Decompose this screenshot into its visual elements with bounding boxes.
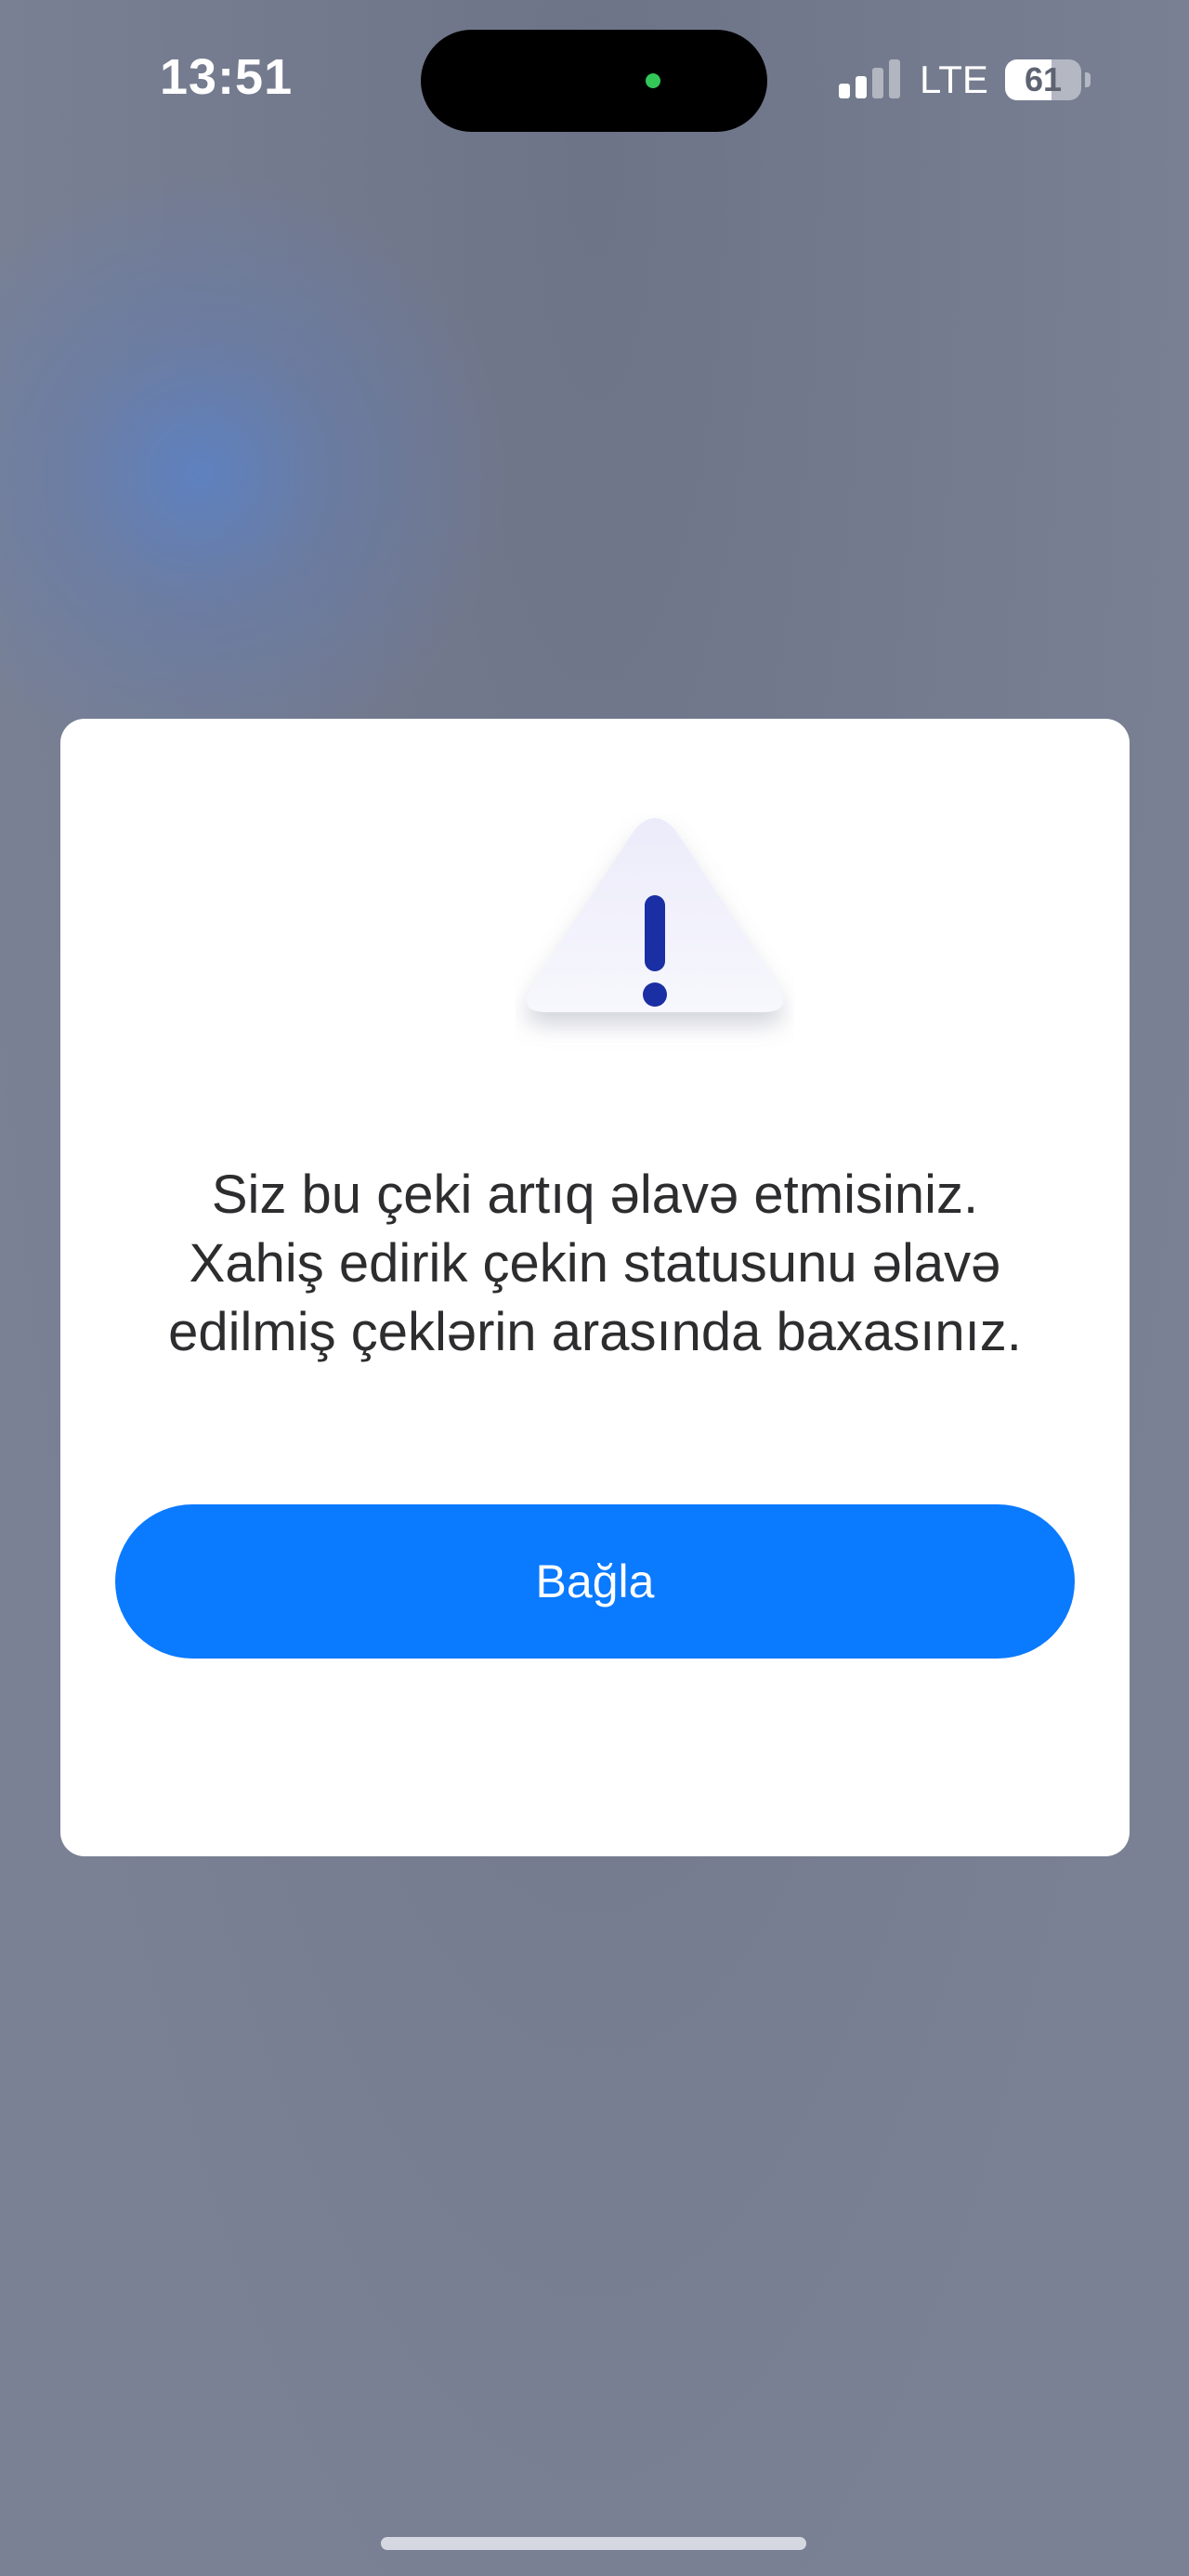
alert-dialog: Siz bu çeki artıq əlavə etmisiniz. Xahiş… [60,719,1130,1856]
alert-message-line: edilmiş çeklərin arasında baxasınız. [168,1302,1022,1362]
battery-level: 61 [1024,60,1063,98]
close-button[interactable]: Bağla [115,1504,1075,1659]
alert-message: Siz bu çeki artıq əlavə etmisiniz. Xahiş… [98,1161,1092,1367]
status-bar: 13:51 LTE 61 [0,0,1189,158]
battery-icon: 61 [1005,59,1081,100]
warning-triangle-icon [516,813,794,1055]
camera-in-use-indicator [646,73,660,88]
dynamic-island [421,30,767,132]
alert-message-line: Siz bu çeki artıq əlavə etmisiniz. [211,1164,979,1225]
home-indicator[interactable] [381,2537,806,2550]
network-type: LTE [920,58,988,101]
status-time: 13:51 [160,49,294,105]
cellular-signal-icon [839,59,900,98]
battery-cap [1085,72,1091,87]
alert-message-line: Xahiş edirik çekin statusunu əlavə [189,1233,1001,1294]
